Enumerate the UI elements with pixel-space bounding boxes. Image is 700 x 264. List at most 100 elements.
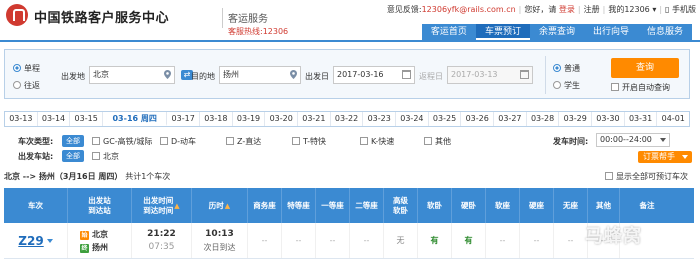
station-all-button[interactable]: 全部 [62, 150, 84, 162]
nav-home[interactable]: 客运首页 [422, 24, 476, 40]
ticket-normal-radio[interactable]: 普通 [553, 63, 580, 74]
nav-info-service[interactable]: 信息服务 [638, 24, 692, 40]
sort-icon: ▲ [174, 201, 180, 210]
register-link[interactable]: 注册 [584, 5, 600, 14]
date-tab[interactable]: 03-20 [265, 112, 299, 126]
date-tab[interactable]: 03-26 [461, 112, 495, 126]
railway-logo-icon[interactable] [6, 4, 28, 26]
depart-date-value: 2017-03-16 [337, 70, 384, 79]
trip-round-label: 往返 [24, 81, 40, 90]
col-soft-sleeper-label: 软卧 [427, 200, 442, 210]
filter-other-label: 其他 [435, 137, 451, 146]
date-tab[interactable]: 03-30 [592, 112, 625, 126]
to-station[interactable]: 扬州 [92, 243, 108, 252]
date-tab[interactable]: 03-22 [331, 112, 364, 126]
seat-hard-sleeper[interactable]: 有 [452, 223, 486, 258]
filter-station-checkbox[interactable]: 北京 [92, 151, 119, 162]
login-link[interactable]: 登录 [559, 5, 575, 14]
col-duration[interactable]: 历时 ▲ [192, 188, 248, 223]
col-second-class-label: 二等座 [355, 200, 378, 210]
date-tab[interactable]: 03-24 [396, 112, 429, 126]
date-tab[interactable]: 03-17 [167, 112, 201, 126]
date-tab-selected[interactable]: 03-16 周四 [103, 112, 168, 126]
to-input[interactable]: 扬州 [219, 66, 301, 84]
panel-divider [545, 56, 546, 94]
main-navigation: 客运首页 车票预订 余票查询 出行向导 信息服务 [0, 24, 700, 40]
col-special-label: 特等座 [287, 200, 310, 210]
train-number-link[interactable]: Z29 [18, 234, 43, 248]
checkbox-icon [226, 137, 234, 145]
seat-business: -- [248, 223, 282, 258]
date-tab[interactable]: 03-14 [38, 112, 71, 126]
date-tab[interactable]: 04-01 [657, 112, 689, 126]
feedback-email-link[interactable]: 12306yfk@rails.com.cn [422, 5, 516, 14]
from-station[interactable]: 北京 [92, 230, 108, 239]
location-pin-icon [164, 70, 171, 79]
filter-gc-label: GC-高铁/城际 [103, 137, 153, 146]
date-tabs: 03-13 03-14 03-15 03-16 周四 03-17 03-18 0… [4, 111, 690, 127]
chevron-down-icon [682, 155, 688, 159]
query-button[interactable]: 查询 [611, 58, 679, 78]
date-tab[interactable]: 03-25 [429, 112, 462, 126]
to-value: 扬州 [223, 70, 239, 79]
date-tab[interactable]: 03-29 [559, 112, 593, 126]
nav-remaining-tickets[interactable]: 余票查询 [530, 24, 584, 40]
mobile-icon: ▯ [665, 5, 670, 14]
chevron-down-icon[interactable] [46, 238, 53, 243]
nav-ticket-booking[interactable]: 车票预订 [475, 24, 530, 40]
seat-soft-sleeper[interactable]: 有 [418, 223, 452, 258]
filter-d-checkbox[interactable]: D-动车 [160, 136, 196, 147]
filter-other-checkbox[interactable]: 其他 [424, 136, 451, 147]
start-station-badge: 始 [80, 230, 89, 240]
trip-round-radio[interactable]: 往返 [13, 80, 40, 91]
my12306-link[interactable]: 我的12306 [608, 5, 649, 14]
seat-hard-seat: -- [520, 223, 554, 258]
seat-deluxe-soft-sleeper: 无 [384, 223, 418, 258]
date-tab[interactable]: 03-18 [200, 112, 233, 126]
depart-time-select[interactable]: 00:00--24:00 [596, 133, 670, 147]
ticket-normal-label: 普通 [564, 64, 580, 73]
date-tab[interactable]: 03-19 [233, 112, 266, 126]
date-tab[interactable]: 03-27 [494, 112, 527, 126]
depart-date-input[interactable]: 2017-03-16 [333, 66, 415, 84]
mobile-link[interactable]: 手机版 [672, 5, 696, 14]
departure-time: 21:22 [147, 228, 176, 239]
service-name: 客运服务 [228, 14, 268, 25]
show-all-label: 显示全部可预订车次 [616, 172, 688, 181]
booking-helper-button[interactable]: 订票帮手 [638, 151, 692, 163]
date-tab[interactable]: 03-28 [527, 112, 560, 126]
results-summary: 北京 --> 扬州（3月16日 周四） 共计1个车次 显示全部可预订车次 [4, 171, 690, 183]
train-number-cell[interactable]: Z29 [4, 223, 68, 258]
filter-t-checkbox[interactable]: T-特快 [292, 136, 326, 147]
date-tab[interactable]: 03-31 [625, 112, 658, 126]
checkbox-icon [92, 137, 100, 145]
date-tab[interactable]: 03-13 [5, 112, 38, 126]
return-date-input[interactable]: 2017-03-13 [447, 66, 533, 84]
filter-gc-checkbox[interactable]: GC-高铁/城际 [92, 136, 152, 147]
return-date-label: 返程日 [419, 72, 443, 81]
filter-k-checkbox[interactable]: K-快速 [360, 136, 394, 147]
col-soft-seat-label: 软座 [495, 200, 510, 210]
from-value: 北京 [93, 70, 109, 79]
checkbox-icon [92, 152, 100, 160]
col-business-label: 商务座 [253, 200, 276, 210]
radio-unchecked-icon [553, 81, 561, 89]
train-type-all-button[interactable]: 全部 [62, 135, 84, 147]
from-input[interactable]: 北京 [89, 66, 175, 84]
col-stations-label: 出发站 到达站 [88, 195, 111, 215]
seat-special: -- [282, 223, 316, 258]
date-tab[interactable]: 03-23 [363, 112, 397, 126]
ticket-student-radio[interactable]: 学生 [553, 80, 580, 91]
filter-d-label: D-动车 [171, 137, 197, 146]
nav-travel-guide[interactable]: 出行向导 [584, 24, 638, 40]
col-first-class: 一等座 [316, 188, 350, 223]
col-times-label: 出发时间 到达时间 [143, 195, 174, 215]
date-tab[interactable]: 03-21 [298, 112, 331, 126]
auto-query-checkbox[interactable]: 开启自动查询 [611, 82, 670, 93]
chevron-down-icon: ▾ [652, 5, 657, 14]
show-all-checkbox[interactable]: 显示全部可预订车次 [605, 171, 688, 182]
trip-single-radio[interactable]: 单程 [13, 63, 40, 74]
filter-z-checkbox[interactable]: Z-直达 [226, 136, 261, 147]
date-tab[interactable]: 03-15 [70, 112, 104, 126]
col-times[interactable]: 出发时间 到达时间 ▲ [132, 188, 192, 223]
